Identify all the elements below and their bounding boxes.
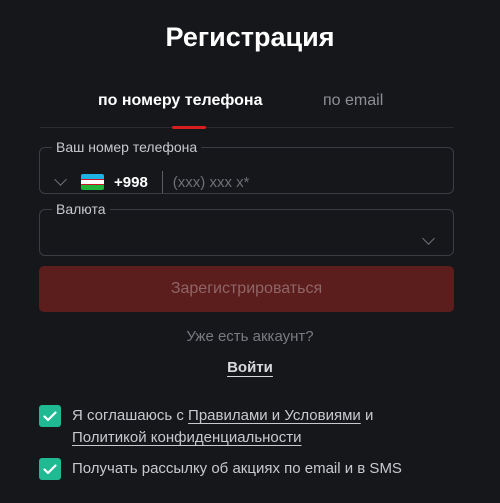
terms-consent: Я соглашаюсь с Правилами и Условиями и П… xyxy=(39,405,432,449)
terms-checkbox[interactable] xyxy=(39,405,61,427)
privacy-link[interactable]: Политикой конфиденциальности xyxy=(72,429,302,446)
registration-tabs: по номеру телефона по email xyxy=(40,88,454,129)
tab-email[interactable]: по email xyxy=(323,92,383,110)
terms-middle: и xyxy=(360,407,374,424)
terms-text: Я соглашаюсь с Правилами и Условиями и П… xyxy=(72,405,432,449)
have-account-text: Уже есть аккаунт? xyxy=(186,328,314,345)
phone-field-label: Ваш номер телефона xyxy=(56,139,198,155)
checkmark-icon xyxy=(43,410,57,421)
register-button[interactable]: Зарегистрироваться xyxy=(39,266,454,312)
chevron-down-icon xyxy=(54,173,67,186)
checkmark-icon xyxy=(43,463,57,474)
rules-link[interactable]: Правилами и Условиями xyxy=(188,407,361,424)
uzbekistan-flag-icon xyxy=(81,174,104,190)
page-title: Регистрация xyxy=(165,22,335,52)
newsletter-checkbox[interactable] xyxy=(39,458,61,480)
phone-row: +998 xyxy=(54,171,373,193)
active-tab-indicator xyxy=(172,126,206,129)
login-link[interactable]: Войти xyxy=(227,359,273,376)
newsletter-text: Получать рассылку об акциях по email и в… xyxy=(72,460,402,477)
phone-input[interactable] xyxy=(172,173,373,191)
currency-select[interactable]: Валюта xyxy=(39,202,454,256)
country-selector[interactable]: +998 xyxy=(54,173,148,191)
newsletter-consent: Получать рассылку об акциях по email и в… xyxy=(39,458,432,480)
phone-field: Ваш номер телефона +998 xyxy=(39,140,454,194)
tab-phone[interactable]: по номеру телефона xyxy=(98,92,262,110)
terms-prefix: Я соглашаюсь с xyxy=(72,407,189,424)
divider xyxy=(161,171,163,193)
currency-field-label: Валюта xyxy=(56,201,106,217)
country-code: +998 xyxy=(114,173,148,191)
chevron-down-icon xyxy=(422,232,435,245)
login-link-wrap: Войти xyxy=(0,359,500,377)
